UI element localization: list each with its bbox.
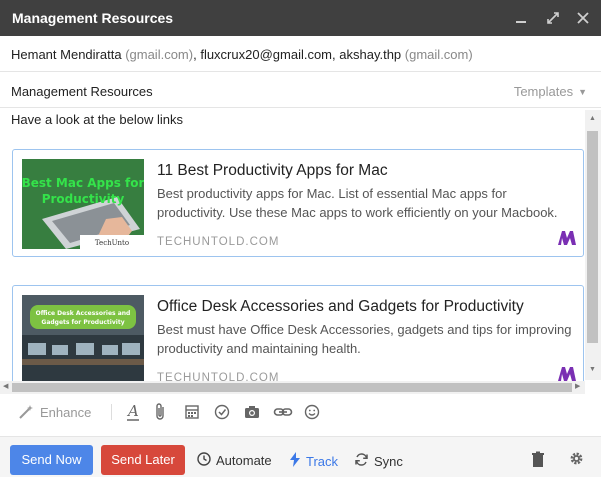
vertical-scrollbar[interactable]: ▲ ▼ xyxy=(585,110,601,380)
thumb-text: Gadgets for Productivity xyxy=(41,319,124,326)
wand-icon xyxy=(18,404,34,420)
scroll-up-icon[interactable]: ▲ xyxy=(589,115,596,122)
card-description: Best must have Office Desk Accessories, … xyxy=(157,322,572,356)
enhance-label: Enhance xyxy=(40,404,92,420)
body-intro-text: Have a look at the below links xyxy=(11,112,183,127)
send-now-button[interactable]: Send Now xyxy=(10,445,93,475)
recipient-domain: (gmail.com) xyxy=(125,47,194,62)
thumb-text: Best Mac Apps for xyxy=(22,176,144,190)
message-body[interactable]: Have a look at the below links Best Mac … xyxy=(0,108,601,396)
templates-label: Templates xyxy=(513,84,574,99)
card-site: TECHUNTOLD.COM xyxy=(157,236,280,248)
recipient-name[interactable]: Hemant Mendiratta xyxy=(11,47,122,62)
sync-button[interactable]: Sync xyxy=(354,452,403,470)
card-title[interactable]: Office Desk Accessories and Gadgets for … xyxy=(157,298,524,316)
track-label: Track xyxy=(306,453,339,469)
scroll-down-icon[interactable]: ▼ xyxy=(589,366,596,373)
gear-icon[interactable] xyxy=(569,451,584,471)
scroll-left-icon[interactable]: ◀ xyxy=(3,382,8,390)
site-logo-icon xyxy=(557,366,577,382)
toolbar-divider xyxy=(111,404,112,420)
site-logo-icon xyxy=(557,230,577,246)
link-preview-card[interactable]: Office Desk Accessories and Gadgets for … xyxy=(12,285,584,393)
format-toolbar: Enhance A xyxy=(0,396,601,428)
automate-label: Automate xyxy=(216,453,272,468)
minimize-icon[interactable] xyxy=(512,9,530,27)
svg-text:A: A xyxy=(126,402,139,420)
font-icon[interactable]: A xyxy=(125,402,141,422)
recipient-domain: (gmail.com) xyxy=(404,47,473,62)
card-thumbnail: Office Desk Accessories and Gadgets for … xyxy=(22,295,144,385)
recipient-email[interactable]: fluxcrux20@gmail.com, xyxy=(200,47,335,62)
link-preview-card[interactable]: Best Mac Apps for Productivity TechUnto … xyxy=(12,149,584,257)
scroll-right-icon[interactable]: ▶ xyxy=(575,382,580,390)
bolt-icon xyxy=(289,452,301,470)
compose-titlebar: Management Resources xyxy=(0,0,601,36)
trash-icon[interactable] xyxy=(531,451,545,472)
recipient-name[interactable]: akshay.thp xyxy=(339,47,401,62)
thumb-text: Office Desk Accessories and xyxy=(36,310,131,317)
card-title[interactable]: 11 Best Productivity Apps for Mac xyxy=(157,162,388,180)
thumb-caption: TechUnto xyxy=(95,239,129,247)
link-icon[interactable] xyxy=(273,402,293,422)
close-icon[interactable] xyxy=(574,9,592,27)
subject-text[interactable]: Management Resources xyxy=(11,84,153,99)
attach-icon[interactable] xyxy=(154,402,168,422)
clock-icon xyxy=(197,452,211,469)
automate-button[interactable]: Automate xyxy=(197,452,272,469)
scrollbar-thumb[interactable] xyxy=(12,383,572,392)
compose-footer: Send Now Send Later Automate Track Sync xyxy=(0,436,601,477)
camera-icon[interactable] xyxy=(244,402,260,422)
emoji-icon[interactable] xyxy=(304,402,320,422)
expand-icon[interactable] xyxy=(544,9,562,27)
scrollbar-thumb[interactable] xyxy=(587,131,598,343)
recipients-field[interactable]: Hemant Mendiratta (gmail.com), fluxcrux2… xyxy=(0,36,601,72)
sync-icon xyxy=(354,452,369,470)
thumb-text: Productivity xyxy=(42,192,125,206)
track-button[interactable]: Track xyxy=(289,452,338,470)
horizontal-scrollbar[interactable]: ◀ ▶ xyxy=(0,381,585,394)
window-title: Management Resources xyxy=(12,10,174,26)
subject-field[interactable]: Management Resources Templates ▼ xyxy=(0,72,601,108)
send-later-button[interactable]: Send Later xyxy=(101,445,185,475)
templates-dropdown[interactable]: Templates ▼ xyxy=(514,84,587,99)
card-description: Best productivity apps for Mac. List of … xyxy=(157,186,558,220)
calendar-icon[interactable] xyxy=(184,402,200,422)
enhance-button[interactable]: Enhance xyxy=(18,402,91,422)
card-thumbnail: Best Mac Apps for Productivity TechUnto xyxy=(22,159,144,249)
sync-label: Sync xyxy=(374,453,403,469)
recipients-list: Hemant Mendiratta (gmail.com), fluxcrux2… xyxy=(11,47,473,62)
check-icon[interactable] xyxy=(214,402,230,422)
chevron-down-icon: ▼ xyxy=(578,87,587,97)
